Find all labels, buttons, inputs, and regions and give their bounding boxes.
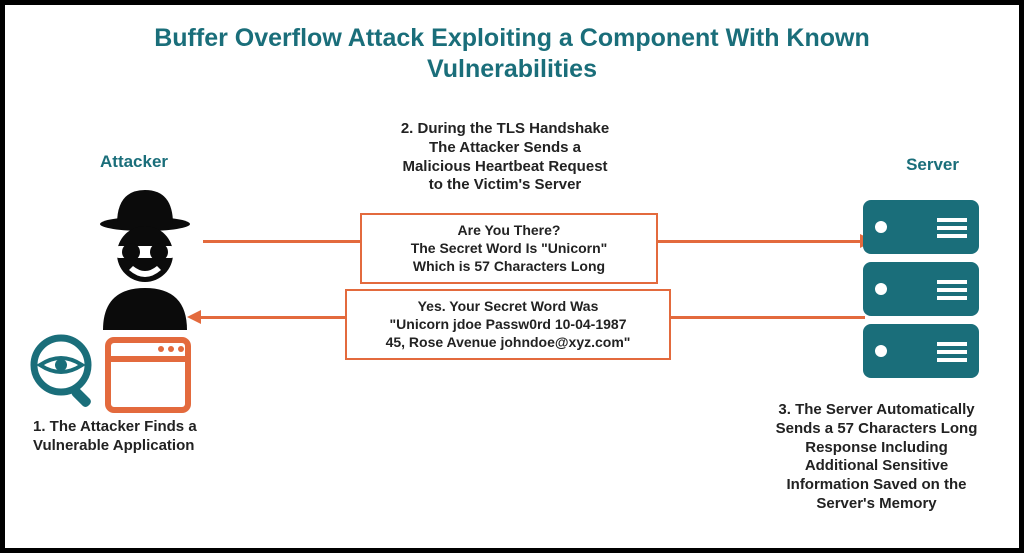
- browser-window-icon: [105, 337, 191, 418]
- arrow-response-head-icon: [187, 310, 201, 324]
- msg-q-line-1: Are You There?: [458, 222, 561, 238]
- step2-line-4: to the Victim's Server: [429, 176, 582, 193]
- step2-line-1: 2. During the TLS Handshake: [401, 120, 609, 137]
- title-line-1: Buffer Overflow Attack Exploiting a Comp…: [154, 24, 870, 52]
- msg-a-line-1: Yes. Your Secret Word Was: [418, 298, 599, 314]
- message-request-box: Are You There? The Secret Word Is "Unico…: [360, 213, 658, 284]
- step2-line-2: The Attacker Sends a: [429, 139, 581, 156]
- diagram-frame: Buffer Overflow Attack Exploiting a Comp…: [0, 0, 1024, 553]
- step-2-text: 2. During the TLS Handshake The Attacker…: [345, 120, 665, 195]
- step3-line-2: Sends a 57 Characters Long: [776, 420, 978, 437]
- server-label: Server: [906, 155, 959, 175]
- server-stack-icon: [863, 200, 979, 385]
- step3-line-4: Additional Sensitive: [805, 457, 948, 474]
- msg-a-line-3: 45, Rose Avenue johndoe@xyz.com": [386, 334, 631, 350]
- title-line-2: Vulnerabilities: [427, 55, 597, 83]
- diagram-title: Buffer Overflow Attack Exploiting a Comp…: [5, 5, 1019, 86]
- step-3-text: 3. The Server Automatically Sends a 57 C…: [764, 401, 989, 514]
- attacker-label: Attacker: [100, 152, 168, 172]
- magnifier-eye-icon: [30, 334, 102, 419]
- step1-line-2: Vulnerable Application: [33, 437, 194, 454]
- step1-line-1: 1. The Attacker Finds a: [33, 418, 197, 435]
- message-response-box: Yes. Your Secret Word Was "Unicorn jdoe …: [345, 289, 671, 360]
- msg-a-line-2: "Unicorn jdoe Passw0rd 10-04-1987: [390, 316, 627, 332]
- step3-line-6: Server's Memory: [816, 495, 936, 512]
- msg-q-line-2: The Secret Word Is "Unicorn": [411, 240, 608, 256]
- msg-q-line-3: Which is 57 Characters Long: [413, 258, 605, 274]
- step-1-text: 1. The Attacker Finds a Vulnerable Appli…: [33, 418, 253, 456]
- step3-line-3: Response Including: [805, 439, 948, 456]
- step3-line-5: Information Saved on the: [786, 476, 966, 493]
- step3-line-1: 3. The Server Automatically: [778, 401, 974, 418]
- step2-line-3: Malicious Heartbeat Request: [402, 158, 607, 175]
